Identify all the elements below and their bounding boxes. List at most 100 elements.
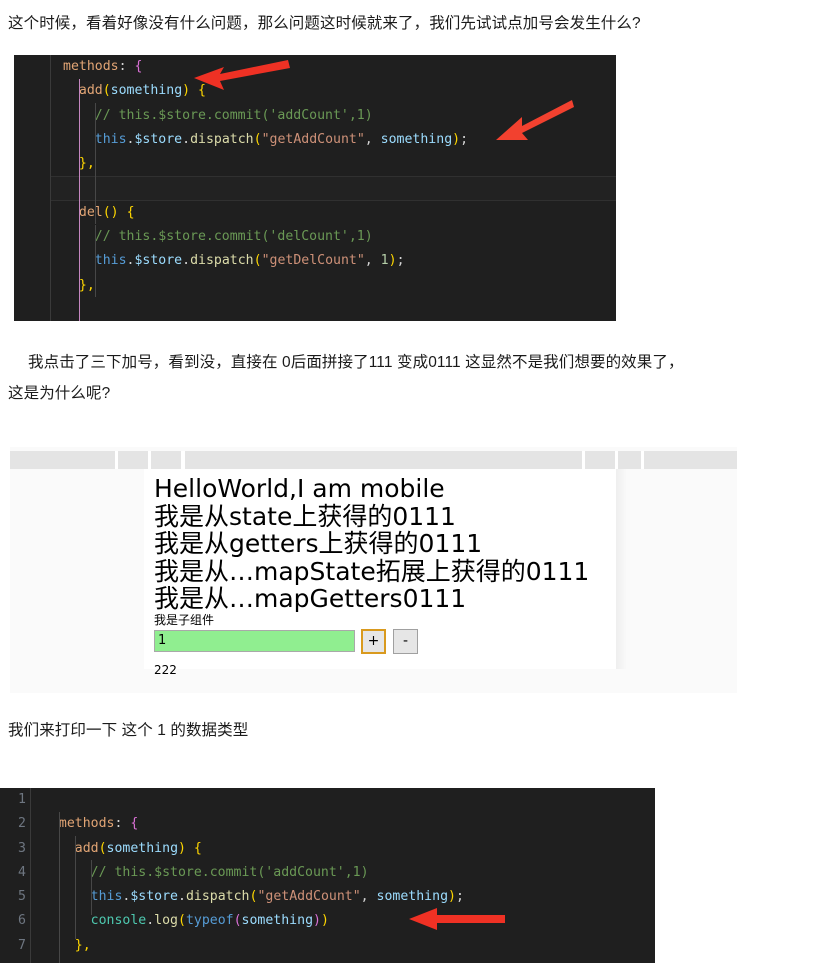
code-token: something (241, 913, 314, 929)
code-token: . (178, 889, 186, 905)
app-line-3: 我是从…mapState拓展上获得的0111 (154, 556, 590, 586)
code-token: { (193, 840, 202, 856)
code-token: typeof (185, 913, 234, 929)
app-line-2: 我是从getters上获得的0111 (154, 529, 483, 558)
code-token: something (110, 83, 183, 99)
code-line: methods: { (51, 55, 616, 79)
code-token: $store (134, 131, 183, 147)
code-token: // this.$store.commit('delCount',1) (94, 229, 373, 245)
indent-guide (78, 79, 80, 321)
code-token: { (130, 816, 139, 832)
code-token: // this.$store.commit('addCount',1) (90, 864, 369, 880)
code-token: 1 (380, 253, 389, 269)
code-token: this (94, 253, 127, 269)
code-line: }, (51, 274, 616, 298)
code-token: console (90, 913, 147, 929)
code-line: add(something) { (31, 837, 655, 861)
indent-guide (74, 836, 76, 939)
code-token: ; (460, 131, 469, 147)
browser-toolbar-strip (10, 451, 737, 469)
decrement-button[interactable]: - (393, 628, 418, 654)
code-token: del (78, 204, 103, 220)
paragraph-intro-text: 这个时候，看着好像没有什么问题，那么问题这时候就来了，我们先试试点加号会发生什么… (8, 15, 641, 32)
code-token: methods (63, 59, 119, 74)
code-line: // this.$store.commit('addCount',1) (51, 104, 616, 128)
code-line (51, 176, 616, 201)
code-token: { (126, 204, 135, 220)
paragraph-observation: 我点击了三下加号，看到没，直接在 0后面拼接了111 变成0111 这显然不是我… (8, 347, 832, 409)
code-token: ) (320, 913, 329, 929)
code-token: ) (178, 840, 186, 856)
code-token: $store (134, 253, 183, 269)
paragraph-print-type: 我们来打印一下 这个 1 的数据类型 (8, 715, 832, 746)
code-token: }, (78, 156, 95, 172)
code-line: }, (51, 152, 616, 176)
toolbar-segment (585, 451, 615, 469)
code-token: , (360, 889, 377, 905)
paragraph-print-type-text: 我们来打印一下 这个 1 的数据类型 (8, 722, 249, 739)
code-token: dispatch (185, 889, 250, 905)
app-content-panel: HelloWorld,I am mobile 我是从state上获得的0111 … (144, 469, 617, 677)
code-line: this.$store.dispatch("getAddCount", some… (31, 885, 655, 909)
code-token: something (380, 131, 453, 147)
code-line-number: 7 (18, 937, 26, 953)
code-token: { (134, 59, 143, 74)
code-token: add (74, 840, 99, 856)
code-token: }, (78, 277, 95, 293)
code-line-number: 8 (0, 958, 26, 963)
code-token: ) (182, 83, 191, 99)
code-token: . (182, 131, 191, 147)
code-token: . (182, 253, 191, 269)
code-token: : (118, 59, 127, 74)
code-token: ( (178, 913, 186, 929)
code-line: del() { (51, 201, 616, 225)
toolbar-segment (185, 451, 582, 469)
code-line: }, (31, 934, 655, 958)
code-token: ) (313, 913, 321, 929)
code-line: add(something) { (51, 79, 616, 103)
code-line: console.log(typeof(something)) (31, 909, 655, 933)
toolbar-segment (618, 451, 641, 469)
count-input[interactable] (154, 629, 355, 652)
code-line-number: 3 (18, 840, 26, 856)
code-token: , (364, 253, 381, 269)
code-token: ( (253, 253, 262, 269)
code-token: , (364, 131, 381, 147)
code-token: dispatch (190, 253, 254, 269)
counter-controls: + - (154, 628, 589, 656)
code-token: ) (452, 131, 461, 147)
app-line-0: HelloWorld,I am mobile (154, 474, 445, 503)
code-line-number: 2 (18, 816, 26, 832)
code-token: . (146, 913, 155, 929)
code-line: // this.$store.commit('addCount',1) (31, 861, 655, 885)
code-token: ( (233, 913, 242, 929)
code-token: ) (448, 889, 456, 905)
code-token: ( (102, 83, 111, 99)
code-gutter (14, 55, 50, 321)
code-content[interactable]: methods: { add(something) { // this.$sto… (31, 788, 655, 963)
increment-button[interactable]: + (361, 628, 386, 654)
indent-guide (58, 812, 60, 963)
code-token: this (90, 889, 123, 905)
code-token: { (198, 83, 206, 99)
panel-shadow (617, 469, 627, 669)
code-line: // this.$store.commit('delCount',1) (51, 225, 616, 249)
paragraph-observation-line1: 我点击了三下加号，看到没，直接在 0后面拼接了111 变成0111 这显然不是我… (28, 354, 684, 371)
code-token: "getAddCount" (257, 889, 361, 905)
code-content[interactable]: methods: { add(something) { // this.$sto… (51, 55, 616, 321)
code-token: ; (455, 889, 464, 905)
indent-guide (94, 225, 96, 297)
code-token: something (376, 889, 449, 905)
code-line: this.$store.dispatch("getAddCount", some… (51, 128, 616, 152)
indent-guide (94, 103, 96, 224)
code-token: dispatch (190, 131, 254, 147)
toolbar-segment (644, 451, 737, 469)
code-line-numbers: 1 2 3 4 5 6 7 8 (0, 788, 28, 963)
code-token: () (102, 204, 119, 220)
code-line-number: 4 (18, 864, 26, 880)
code-token: // this.$store.commit('addCount',1) (94, 107, 373, 123)
